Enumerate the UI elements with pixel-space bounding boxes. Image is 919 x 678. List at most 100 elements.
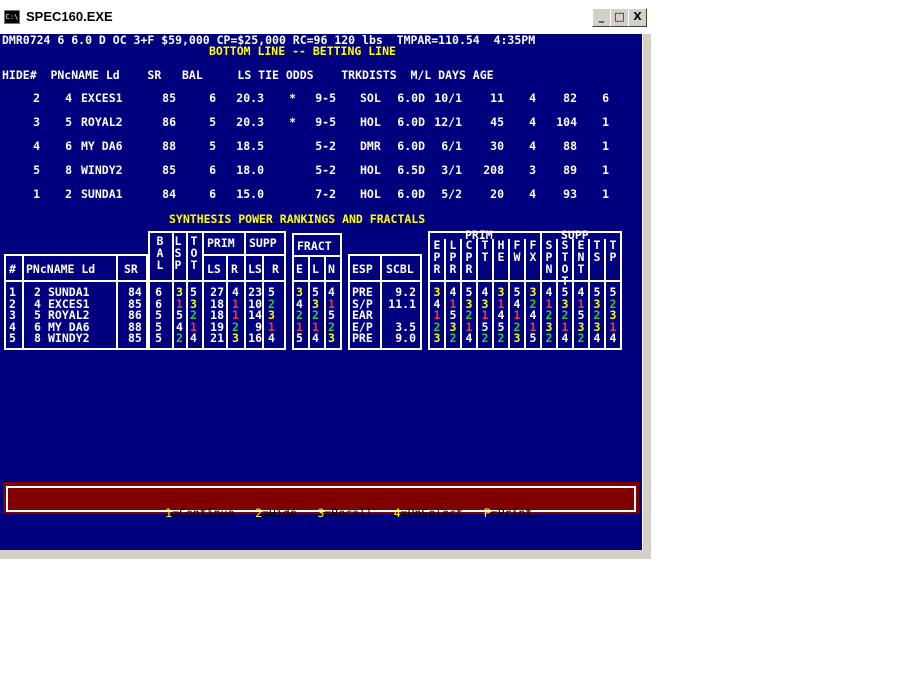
bet-cell-c13: 104 <box>556 115 577 129</box>
continue-label[interactable]: =Continue <box>172 506 234 520</box>
vertical-header-letter: N <box>545 262 553 276</box>
print-key[interactable]: P <box>484 506 491 520</box>
header-name: PNcNAME Ld <box>26 262 96 276</box>
fractal-value: 4 <box>312 331 319 345</box>
divider <box>202 254 286 256</box>
bet-cell-hide: 3 <box>33 115 40 129</box>
bet-cell-bal: 6 <box>209 187 216 201</box>
bet-cell-dist: 6.5D <box>397 163 425 177</box>
bet-cell-odds: 9-5 <box>315 91 336 105</box>
bet-cell-c14: 1 <box>602 163 609 177</box>
vertical-header-letter: S <box>593 250 601 264</box>
rank-value: 3 <box>513 331 521 345</box>
bet-cell-ls: 18.5 <box>236 139 264 153</box>
bet-cell-c13: 88 <box>563 139 577 153</box>
divider <box>148 280 286 282</box>
bet-cell-age: 4 <box>529 115 536 129</box>
bet-cell-ls: 20.3 <box>236 91 264 105</box>
bottom-line-heading: BOTTOM LINE -- BETTING LINE <box>209 44 396 58</box>
divider <box>380 254 382 350</box>
divider <box>292 255 342 257</box>
vertical-header-letter: X <box>529 250 537 264</box>
vertical-header-letter: T <box>481 250 489 264</box>
bet-cell-ml: 10/1 <box>434 91 462 105</box>
divider <box>262 256 264 350</box>
scbl-value: 9.0 <box>395 331 416 345</box>
bet-cell-ls: 18.0 <box>236 163 264 177</box>
bet-cell-c14: 1 <box>602 139 609 153</box>
minimize-button[interactable]: _ <box>592 8 611 27</box>
vertical-header-letter: L <box>156 258 164 272</box>
divider <box>202 231 204 350</box>
bet-cell-sr: 85 <box>162 91 176 105</box>
bet-cell-ml: 6/1 <box>441 139 462 153</box>
header-hash: # <box>9 262 16 276</box>
bet-cell-ls: 15.0 <box>236 187 264 201</box>
fractal-value: 3 <box>328 331 335 345</box>
bet-cell-name: MY DA6 <box>81 139 123 153</box>
bet-cell-sr: 85 <box>162 163 176 177</box>
vertical-header-letter: R <box>433 262 441 276</box>
synth-value: 21 <box>210 331 224 345</box>
bet-cell-days: 11 <box>490 91 504 105</box>
rank-value: 2 <box>449 331 457 345</box>
close-button[interactable]: X <box>628 8 647 27</box>
bet-cell-pn: 5 <box>65 115 72 129</box>
bet-cell-name: EXCES1 <box>81 91 123 105</box>
bet-cell-days: 208 <box>483 163 504 177</box>
unselect-key[interactable]: 4 <box>394 506 401 520</box>
esp-value: PRE <box>352 331 373 345</box>
bet-cell-ml: 3/1 <box>441 163 462 177</box>
fract-l-header: L <box>312 262 319 276</box>
vertical-header-letter: W <box>513 250 521 264</box>
fract-e-header: E <box>296 262 303 276</box>
header-esp: ESP <box>352 262 373 276</box>
window-frame-right <box>642 34 651 559</box>
bet-cell-c13: 93 <box>563 187 577 201</box>
header-scbl: SCBL <box>386 262 414 276</box>
title-bar[interactable]: C:\ SPEC160.EXE _ □ X <box>0 0 650 34</box>
synth-value: 4 <box>268 331 275 345</box>
bet-cell-ls: 20.3 <box>236 115 264 129</box>
rank-value: 4 <box>609 331 617 345</box>
function-key-bar: 1=Continue 2=Hide 3=Recall 4=UnSelect P=… <box>3 482 639 520</box>
bet-cell-days: 30 <box>490 139 504 153</box>
unselect-label[interactable]: =UnSelect <box>401 506 463 520</box>
prim-r-header: R <box>231 262 238 276</box>
bet-cell-age: 4 <box>529 139 536 153</box>
bet-cell-bal: 5 <box>209 139 216 153</box>
hide-label[interactable]: =Hide <box>262 506 297 520</box>
bet-cell-trk: HOL <box>360 187 381 201</box>
bet-cell-trk: HOL <box>360 115 381 129</box>
print-label[interactable]: =Print <box>491 506 533 520</box>
bet-cell-trk: SOL <box>360 91 381 105</box>
bet-cell-pn: 4 <box>65 91 72 105</box>
bet-cell-ml: 5/2 <box>441 187 462 201</box>
synth-value: 4 <box>190 331 197 345</box>
bet-cell-trk: DMR <box>360 139 381 153</box>
supp-r-header: R <box>272 262 279 276</box>
recall-label[interactable]: =Recall <box>324 506 372 520</box>
divider <box>244 231 246 350</box>
scbl-value: 11.1 <box>388 296 416 311</box>
bet-cell-c14: 1 <box>602 115 609 129</box>
synth-value: 2 <box>176 331 183 345</box>
console-area: DMR0724 6 6.0 D OC 3+F $59,000 CP=$25,00… <box>0 34 642 550</box>
rank-value: 2 <box>481 331 489 345</box>
bet-cell-days: 45 <box>490 115 504 129</box>
prim-ls-header: LS <box>207 262 221 276</box>
header-sr: SR <box>124 262 138 276</box>
bet-cell-age: 4 <box>529 91 536 105</box>
bet-cell-hide: 4 <box>33 139 40 153</box>
divider <box>22 254 24 350</box>
bet-cell-dist: 6.0D <box>397 187 425 201</box>
vertical-header-letter: P <box>609 250 617 264</box>
divider <box>116 254 118 350</box>
bet-cell-tie: * <box>289 115 296 129</box>
maximize-button[interactable]: □ <box>610 8 629 27</box>
header-prim: PRIM <box>207 236 235 250</box>
rank-value: 3 <box>433 331 441 345</box>
bet-cell-odds: 7-2 <box>315 187 336 201</box>
bet-cell-hide: 5 <box>33 163 40 177</box>
synth-value: 16 <box>248 331 262 345</box>
